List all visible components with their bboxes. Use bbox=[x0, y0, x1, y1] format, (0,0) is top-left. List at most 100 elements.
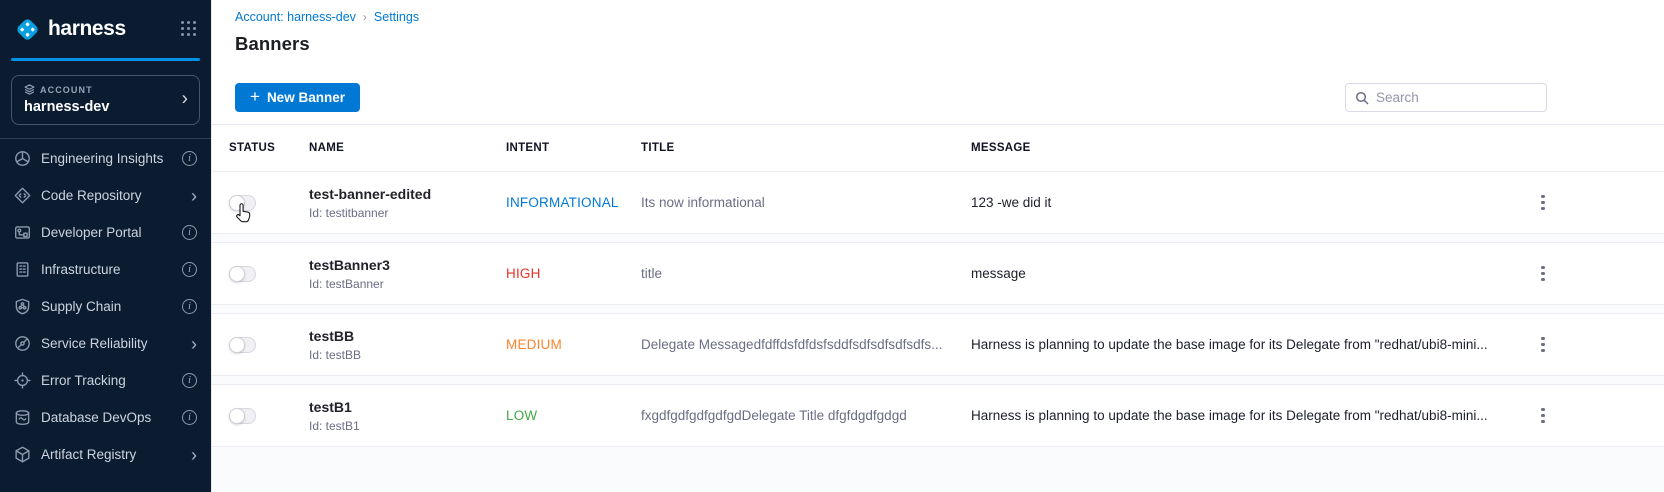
account-selector[interactable]: ACCOUNT harness-dev › bbox=[11, 75, 200, 125]
main-content: Account: harness-dev › Settings Banners … bbox=[211, 0, 1664, 492]
chevron-right-icon[interactable]: › bbox=[191, 187, 197, 205]
sidebar-nav: Engineering Insights i Code Repository ›… bbox=[0, 139, 211, 473]
header-name: NAME bbox=[309, 142, 506, 154]
plus-icon: + bbox=[250, 87, 260, 107]
infrastructure-icon bbox=[14, 261, 31, 278]
row-menu-icon[interactable] bbox=[1536, 331, 1550, 359]
code-repository-icon bbox=[14, 187, 31, 204]
sidebar-item-database-devops[interactable]: Database DevOps i bbox=[0, 399, 211, 436]
sidebar-item-service-reliability[interactable]: Service Reliability › bbox=[0, 325, 211, 362]
banner-title: Delegate Messagedfdffdsfdfdsfsddfsdfsdfs… bbox=[641, 337, 942, 352]
banner-name: testB1 bbox=[309, 399, 506, 415]
table-footer bbox=[212, 455, 1664, 492]
banner-name: testBanner3 bbox=[309, 257, 506, 273]
toggle-knob bbox=[229, 408, 245, 424]
breadcrumb: Account: harness-dev › Settings bbox=[235, 10, 419, 24]
table-row: testB1 Id: testB1 LOW fxgdfgdfgdfgdfgdDe… bbox=[212, 384, 1664, 447]
breadcrumb-settings-link[interactable]: Settings bbox=[374, 10, 419, 24]
banner-message: Harness is planning to update the base i… bbox=[971, 337, 1488, 352]
banner-title: fxgdfgdfgdfgdfgdDelegate Title dfgfdgdfg… bbox=[641, 408, 907, 423]
banner-id: Id: testitbanner bbox=[309, 206, 506, 220]
banner-message: message bbox=[971, 266, 1026, 281]
sidebar-item-supply-chain[interactable]: Supply Chain i bbox=[0, 288, 211, 325]
harness-logo-icon bbox=[14, 16, 41, 43]
sidebar-item-label: Supply Chain bbox=[41, 299, 121, 314]
artifact-registry-icon bbox=[14, 446, 31, 463]
header-intent: INTENT bbox=[506, 142, 641, 154]
sidebar-item-label: Error Tracking bbox=[41, 373, 126, 388]
sidebar-item-engineering-insights[interactable]: Engineering Insights i bbox=[0, 140, 211, 177]
sidebar-item-infrastructure[interactable]: Infrastructure i bbox=[0, 251, 211, 288]
table-header-row: STATUS NAME INTENT TITLE MESSAGE bbox=[212, 125, 1664, 171]
banner-id: Id: testBanner bbox=[309, 277, 506, 291]
banner-id: Id: testB1 bbox=[309, 419, 506, 433]
sidebar-item-artifact-registry[interactable]: Artifact Registry › bbox=[0, 436, 211, 473]
sidebar-item-developer-portal[interactable]: Developer Portal i bbox=[0, 214, 211, 251]
row-menu-icon[interactable] bbox=[1536, 402, 1550, 430]
sidebar-item-label: Database DevOps bbox=[41, 410, 151, 425]
info-icon[interactable]: i bbox=[182, 410, 197, 425]
search-box[interactable] bbox=[1345, 83, 1547, 112]
breadcrumb-separator-icon: › bbox=[363, 10, 367, 24]
toggle-knob bbox=[229, 195, 245, 211]
sidebar-item-error-tracking[interactable]: Error Tracking i bbox=[0, 362, 211, 399]
banner-status-toggle[interactable] bbox=[229, 266, 256, 282]
page-title: Banners bbox=[235, 33, 310, 55]
intent-badge: MEDIUM bbox=[506, 337, 562, 352]
banner-status-toggle[interactable] bbox=[229, 337, 256, 353]
sidebar-item-label: Artifact Registry bbox=[41, 447, 136, 462]
intent-badge: INFORMATIONAL bbox=[506, 195, 619, 210]
table-row: testBB Id: testBB MEDIUM Delegate Messag… bbox=[212, 313, 1664, 376]
toggle-knob bbox=[229, 337, 245, 353]
logo-row: harness bbox=[0, 0, 211, 58]
brand-name: harness bbox=[48, 17, 126, 41]
app-grid-icon[interactable] bbox=[181, 21, 197, 37]
search-icon bbox=[1355, 91, 1369, 105]
info-icon[interactable]: i bbox=[182, 262, 197, 277]
table-row: test-banner-edited Id: testitbanner INFO… bbox=[212, 171, 1664, 234]
intent-badge: HIGH bbox=[506, 266, 541, 281]
info-icon[interactable]: i bbox=[182, 151, 197, 166]
error-tracking-icon bbox=[14, 372, 31, 389]
header-status: STATUS bbox=[229, 142, 309, 154]
banner-name: test-banner-edited bbox=[309, 186, 506, 202]
account-name: harness-dev bbox=[24, 99, 187, 115]
banner-message: Harness is planning to update the base i… bbox=[971, 408, 1488, 423]
toggle-knob bbox=[229, 266, 245, 282]
layers-icon bbox=[24, 84, 35, 95]
info-icon[interactable]: i bbox=[182, 299, 197, 314]
sidebar-item-label: Code Repository bbox=[41, 188, 142, 203]
banner-title: Its now informational bbox=[641, 195, 765, 210]
chevron-right-icon: › bbox=[182, 90, 188, 109]
banner-title: title bbox=[641, 266, 662, 281]
sidebar-item-code-repository[interactable]: Code Repository › bbox=[0, 177, 211, 214]
banner-status-toggle[interactable] bbox=[229, 195, 256, 211]
info-icon[interactable]: i bbox=[182, 373, 197, 388]
row-menu-icon[interactable] bbox=[1536, 189, 1550, 217]
banner-name: testBB bbox=[309, 328, 506, 344]
table-row: testBanner3 Id: testBanner HIGH title me… bbox=[212, 242, 1664, 305]
database-devops-icon bbox=[14, 409, 31, 426]
account-label: ACCOUNT bbox=[40, 85, 93, 95]
sidebar-item-label: Service Reliability bbox=[41, 336, 148, 351]
table-body: test-banner-edited Id: testitbanner INFO… bbox=[212, 171, 1664, 492]
banner-message: 123 -we did it bbox=[971, 195, 1051, 210]
new-banner-button-label: New Banner bbox=[267, 90, 345, 105]
banner-id: Id: testBB bbox=[309, 348, 506, 362]
supply-chain-icon bbox=[14, 298, 31, 315]
chevron-right-icon[interactable]: › bbox=[191, 446, 197, 464]
brand-underline bbox=[11, 58, 200, 61]
header-title: TITLE bbox=[641, 142, 971, 154]
engineering-insights-icon bbox=[14, 150, 31, 167]
row-menu-icon[interactable] bbox=[1536, 260, 1550, 288]
developer-portal-icon bbox=[14, 224, 31, 241]
chevron-right-icon[interactable]: › bbox=[191, 335, 197, 353]
header-message: MESSAGE bbox=[971, 142, 1519, 154]
sidebar: harness ACCOUNT harness-dev › Engineerin… bbox=[0, 0, 211, 492]
breadcrumb-account-link[interactable]: Account: harness-dev bbox=[235, 10, 356, 24]
service-reliability-icon bbox=[14, 335, 31, 352]
banner-status-toggle[interactable] bbox=[229, 408, 256, 424]
search-input[interactable] bbox=[1376, 90, 1537, 105]
new-banner-button[interactable]: + New Banner bbox=[235, 83, 360, 112]
info-icon[interactable]: i bbox=[182, 225, 197, 240]
